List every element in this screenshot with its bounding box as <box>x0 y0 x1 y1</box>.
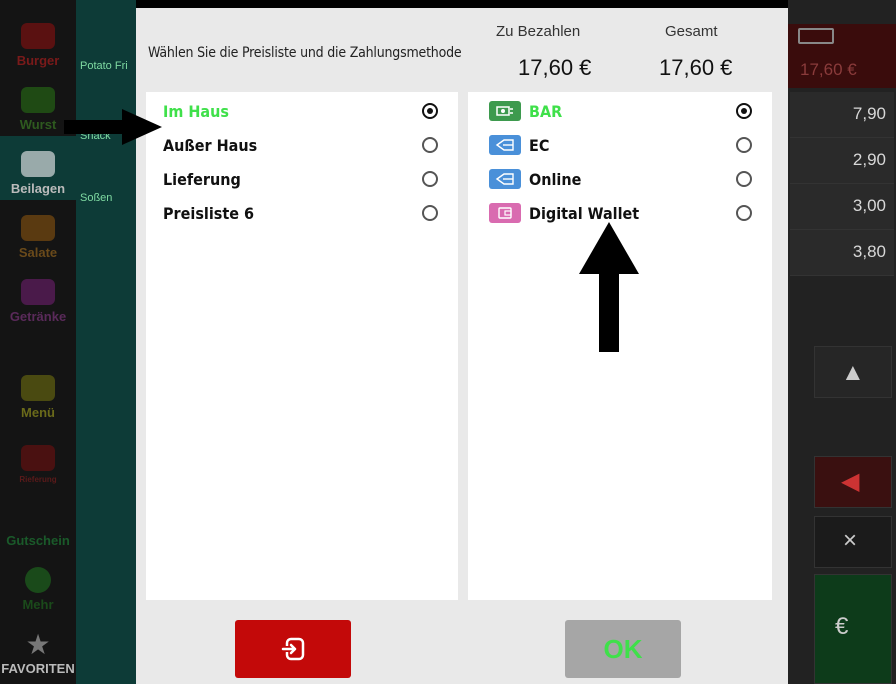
price-list-option-lieferung[interactable]: Lieferung <box>146 162 458 196</box>
wallet-icon <box>489 203 521 223</box>
price-list-option-im-haus[interactable]: Im Haus <box>146 94 458 128</box>
option-label: Digital Wallet <box>529 203 640 223</box>
receipt-line-price: 3,80 <box>790 230 894 276</box>
option-label: Online <box>529 169 582 189</box>
option-label: Lieferung <box>163 169 241 189</box>
background-nav-key: ▲ <box>814 346 892 398</box>
total-value: 17,60 € <box>659 55 733 80</box>
background-multiply-key: × <box>814 516 892 568</box>
category-salate: Salate <box>0 200 76 264</box>
background-subcategory-column <box>76 0 136 684</box>
salad-icon <box>21 215 55 241</box>
category-getraenke: Getränke <box>0 264 76 328</box>
category-beilagen: Beilagen <box>0 136 76 200</box>
option-label: Außer Haus <box>163 135 258 155</box>
sausage-icon <box>21 87 55 113</box>
background-clear-key: ◀ <box>814 456 892 508</box>
subcategory-item: Potato Fri <box>80 60 128 72</box>
receipt-line-price: 7,90 <box>790 92 894 138</box>
category-more: Mehr <box>0 552 76 616</box>
payment-option-bar[interactable]: BAR <box>468 94 772 128</box>
menu-icon <box>21 375 55 401</box>
radio-button[interactable] <box>736 103 752 119</box>
card-icon <box>489 169 521 189</box>
background-category-sidebar: Burger Wurst Beilagen Salate Getränke Me… <box>0 0 76 684</box>
payment-option-ec[interactable]: EC <box>468 128 772 162</box>
subcategory-item: Soßen <box>80 192 113 204</box>
drink-icon <box>21 279 55 305</box>
dialog-title: Wählen Sie die Preisliste und die Zahlun… <box>148 45 462 61</box>
price-list-panel: Im Haus Außer Haus Lieferung Preisliste … <box>146 92 458 600</box>
option-label: EC <box>529 135 550 155</box>
arrow-up-annotation <box>579 222 639 352</box>
burger-icon <box>21 23 55 49</box>
close-icon: × <box>843 527 858 554</box>
payment-dialog: Wählen Sie die Preisliste und die Zahlun… <box>136 8 788 684</box>
price-list-option-ausser-haus[interactable]: Außer Haus <box>146 128 458 162</box>
category-menue: Menü <box>0 360 76 424</box>
navigate-up-icon: ▲ <box>841 359 865 386</box>
cash-icon <box>798 28 834 44</box>
exit-icon <box>281 637 305 661</box>
to-pay-label: Zu Bezahlen <box>496 23 581 40</box>
radio-button[interactable] <box>736 205 752 221</box>
option-label: Preisliste 6 <box>163 203 255 223</box>
exit-button[interactable] <box>235 620 351 678</box>
to-pay-value: 17,60 € <box>518 55 592 80</box>
price-list-option-preisliste-6[interactable]: Preisliste 6 <box>146 196 458 230</box>
delivery-icon <box>21 445 55 471</box>
radio-button[interactable] <box>736 171 752 187</box>
star-icon: ★ <box>25 629 51 660</box>
ok-button[interactable]: OK <box>565 620 681 678</box>
payment-option-online[interactable]: Online <box>468 162 772 196</box>
radio-button[interactable] <box>422 103 438 119</box>
pumpkin-icon <box>25 567 51 593</box>
option-label: Im Haus <box>163 101 229 121</box>
cash-icon <box>489 101 521 121</box>
category-favoriten: ★ FAVORITEN <box>1 629 75 677</box>
option-label: BAR <box>529 101 563 121</box>
arrow-right-annotation <box>64 109 162 145</box>
radio-button[interactable] <box>736 137 752 153</box>
money-icon: € <box>835 613 849 640</box>
total-label: Gesamt <box>665 23 718 40</box>
clear-icon: ◀ <box>841 468 860 495</box>
category-burger: Burger <box>0 8 76 72</box>
radio-button[interactable] <box>422 205 438 221</box>
category-lieferung: Rieferung <box>0 424 76 488</box>
radio-button[interactable] <box>422 171 438 187</box>
receipt-line-price: 3,00 <box>790 184 894 230</box>
radio-button[interactable] <box>422 137 438 153</box>
card-icon <box>489 135 521 155</box>
background-pay-key: € <box>814 574 892 684</box>
background-total: 17,60 € <box>800 60 857 79</box>
fries-icon <box>21 151 55 177</box>
category-gutschein: Gutschein <box>6 533 70 548</box>
receipt-line-price: 2,90 <box>790 138 894 184</box>
